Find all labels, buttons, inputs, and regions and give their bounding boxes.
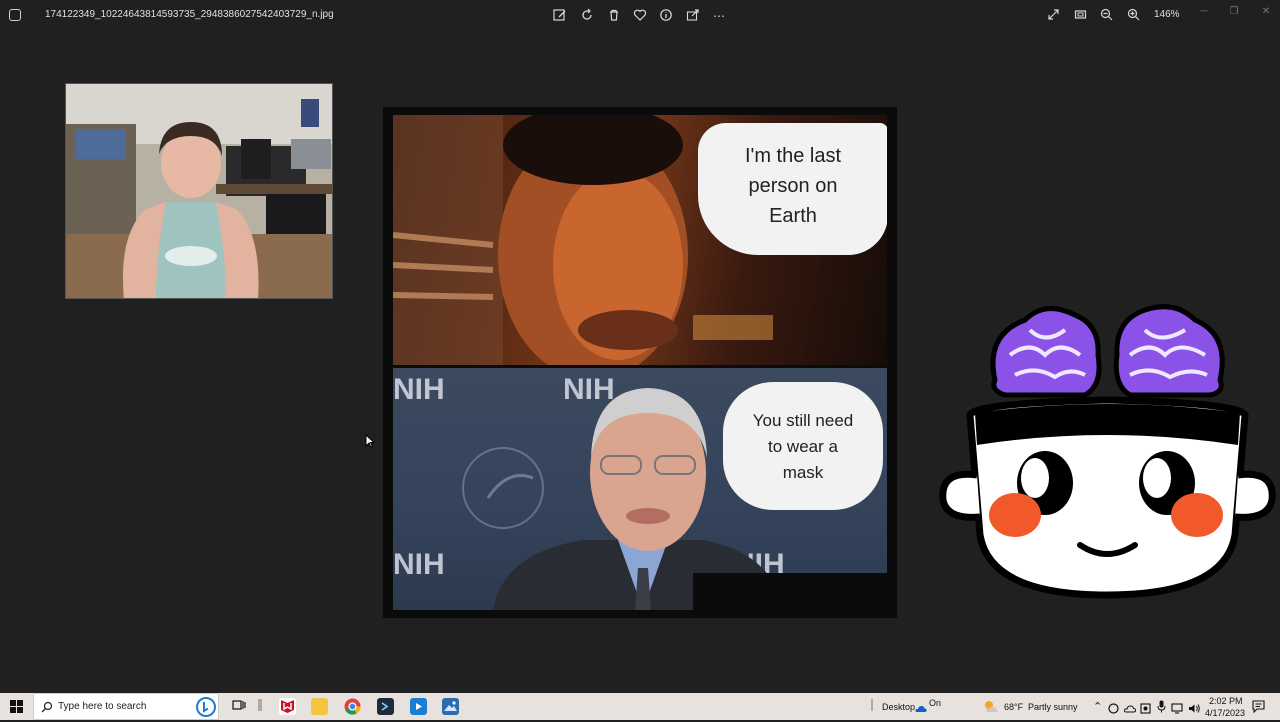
brain-mascot-logo xyxy=(935,295,1280,605)
photos-app-icon[interactable] xyxy=(442,698,459,715)
top-caption-line-2: person on xyxy=(748,175,838,197)
fullscreen-icon[interactable] xyxy=(1045,8,1061,24)
clock-time[interactable]: 2:02 PM xyxy=(1209,696,1243,706)
microphone-icon[interactable] xyxy=(1157,700,1166,718)
mouse-cursor-icon xyxy=(365,433,376,453)
terminal-app-icon[interactable] xyxy=(377,698,394,715)
media-player-icon[interactable] xyxy=(410,698,427,715)
brain-head-icon xyxy=(939,304,1276,599)
weather-temperature[interactable]: 68°F xyxy=(1004,702,1023,712)
taskbar-search-box[interactable]: Type here to search xyxy=(33,693,219,720)
weather-description[interactable]: Partly sunny xyxy=(1028,702,1078,712)
meme-panel-top: I'm the last person on Earth xyxy=(393,115,887,365)
meme-image: I'm the last person on Earth NIH NIH NIH… xyxy=(383,107,897,618)
cloud-sync-icon[interactable] xyxy=(1123,701,1137,719)
webcam-person-image xyxy=(66,84,332,298)
info-icon[interactable] xyxy=(658,8,674,24)
bottom-caption-line-3: mask xyxy=(782,463,824,482)
windows-start-icon[interactable] xyxy=(10,700,23,718)
edit-image-icon[interactable] xyxy=(552,8,568,24)
chrome-app-icon[interactable] xyxy=(344,698,361,715)
zoom-out-icon[interactable] xyxy=(1098,8,1114,24)
search-icon xyxy=(41,700,53,718)
taskbar-divider xyxy=(258,698,262,715)
taskbar: Type here to search Desktop On 68°F Part… xyxy=(0,693,1280,720)
screen-capture-icon[interactable] xyxy=(1140,701,1151,719)
partly-sunny-weather-icon[interactable] xyxy=(983,699,999,718)
copilot-icon[interactable] xyxy=(1108,701,1119,719)
zoom-in-icon[interactable] xyxy=(1125,8,1141,24)
network-icon[interactable] xyxy=(1171,701,1183,719)
speech-bubble-bottom: You still need to wear a mask xyxy=(723,382,883,510)
close-icon[interactable]: ✕ xyxy=(1256,4,1276,20)
onedrive-cloud-icon[interactable] xyxy=(915,700,927,718)
webcam-overlay xyxy=(65,83,333,299)
volume-speaker-icon[interactable] xyxy=(1188,701,1200,719)
favorite-heart-icon[interactable] xyxy=(632,8,648,24)
task-view-icon[interactable] xyxy=(232,698,249,715)
delete-icon[interactable] xyxy=(606,8,622,24)
search-placeholder: Type here to search xyxy=(58,701,147,712)
desktop-toolbar-label[interactable]: Desktop xyxy=(882,702,915,712)
top-caption-line-3: Earth xyxy=(769,205,817,227)
actual-size-icon[interactable] xyxy=(1072,8,1088,24)
bing-icon[interactable] xyxy=(196,697,216,722)
restore-icon[interactable]: ❐ xyxy=(1224,4,1244,20)
bottom-caption-line-1: You still need xyxy=(752,411,854,430)
file-name: 174122349_10224643814593735_294838602754… xyxy=(45,9,334,20)
more-options-icon[interactable]: ⋯ xyxy=(711,8,727,24)
photos-app-icon xyxy=(9,9,21,21)
top-caption-line-1: I'm the last xyxy=(744,145,842,167)
title-bar: 174122349_10224643814593735_294838602754… xyxy=(0,0,1280,32)
onedrive-status: On xyxy=(929,698,942,708)
rotate-icon[interactable] xyxy=(579,8,595,24)
clock-date[interactable]: 4/17/2023 xyxy=(1205,708,1245,718)
zoom-level[interactable]: 146% xyxy=(1154,9,1180,20)
file-explorer-icon[interactable] xyxy=(311,698,328,715)
minimize-icon[interactable]: ─ xyxy=(1194,4,1214,20)
speech-bubble-top: I'm the last person on Earth xyxy=(698,123,887,255)
share-icon[interactable] xyxy=(685,8,701,24)
bottom-caption-line-2: to wear a xyxy=(768,437,838,456)
taskbar-divider xyxy=(870,698,874,715)
mcafee-app-icon[interactable] xyxy=(279,698,296,715)
show-hidden-icons-chevron-up-icon[interactable]: ⌃ xyxy=(1093,700,1102,713)
meme-panel-bottom: NIH NIH NIH NIH You still need to wear a… xyxy=(393,368,887,610)
notifications-icon[interactable] xyxy=(1252,700,1265,718)
